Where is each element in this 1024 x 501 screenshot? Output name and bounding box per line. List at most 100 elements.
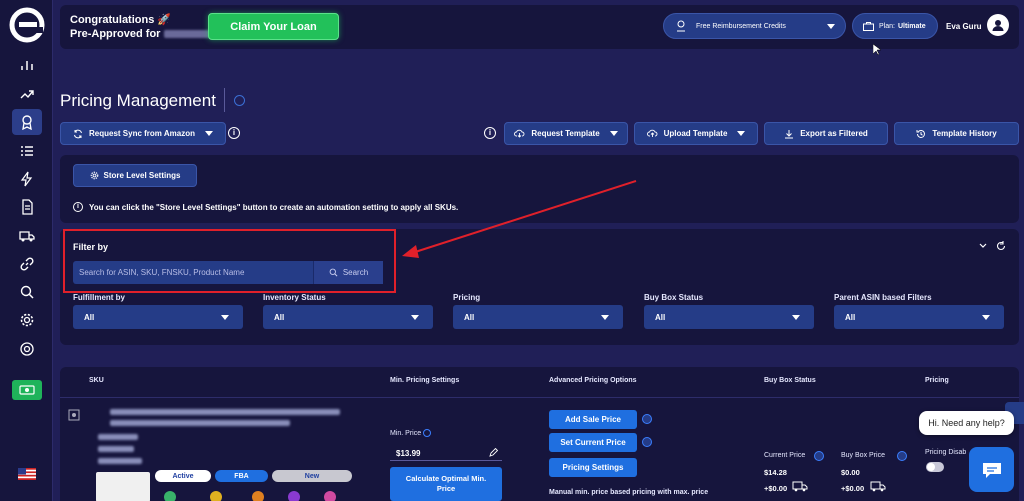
fulfillment-value: All (84, 312, 95, 322)
info-icon[interactable] (642, 414, 652, 424)
avatar[interactable] (987, 14, 1009, 36)
award-icon[interactable] (12, 109, 42, 135)
preapproved-text: Pre-Approved for (70, 28, 161, 40)
buy-box-status-label: Buy Box Status (644, 293, 704, 302)
cloud-upload-icon (646, 129, 657, 137)
support-icon[interactable] (12, 336, 42, 362)
column-header-pricing: Pricing (925, 377, 949, 384)
info-icon[interactable] (897, 451, 907, 461)
user-name[interactable]: Eva Guru (946, 22, 982, 31)
template-history-label: Template History (932, 129, 997, 138)
bolt-icon[interactable] (12, 166, 42, 192)
trend-icon[interactable] (12, 81, 42, 107)
upload-template-button[interactable]: Upload Template (634, 122, 758, 145)
request-template-button[interactable]: Request Template (504, 122, 628, 145)
template-history-button[interactable]: Template History (894, 122, 1019, 145)
export-filtered-button[interactable]: Export as Filtered (764, 122, 888, 145)
chevron-down-icon (827, 24, 835, 29)
claim-loan-button[interactable]: Claim Your Loan (208, 13, 339, 40)
header-divider (60, 397, 1019, 398)
status-badge-new: New (272, 470, 352, 482)
request-template-label: Request Template (531, 129, 600, 138)
current-price-label: Current Price (764, 452, 806, 459)
reimbursement-label: Free Reimbursement Credits (696, 22, 786, 30)
chevron-down-icon (982, 315, 990, 320)
store-level-settings-button[interactable]: Store Level Settings (73, 164, 197, 187)
info-icon[interactable]: i (228, 127, 240, 139)
fulfillment-select[interactable]: All (73, 305, 243, 329)
chevron-down-icon (204, 131, 213, 136)
set-current-price-button[interactable]: Set Current Price (549, 433, 637, 452)
marketplace-dot (288, 491, 300, 501)
plan-value: Ultimate (897, 22, 926, 30)
pricing-toggle[interactable] (926, 462, 944, 472)
product-thumbnail[interactable] (96, 472, 150, 501)
redacted-amount (163, 30, 214, 39)
info-icon: i (73, 202, 83, 212)
plan-label: Plan: (879, 22, 895, 30)
top-bar: Congratulations 🚀 Pre-Approved for Claim… (60, 5, 1019, 49)
redacted-asin (98, 434, 138, 440)
download-icon (785, 129, 794, 138)
search-icon[interactable] (12, 279, 42, 305)
refresh-icon[interactable] (996, 241, 1006, 251)
congrats-text: Congratulations 🚀 (70, 14, 172, 26)
link-icon[interactable] (12, 251, 42, 277)
loan-congrats: Congratulations 🚀 Pre-Approved for (70, 13, 214, 41)
info-icon[interactable] (814, 451, 824, 461)
upload-template-label: Upload Template (663, 129, 728, 138)
annotation-highlight-box (63, 229, 396, 293)
column-header-buy-box: Buy Box Status (764, 377, 816, 384)
chat-greeting-bubble[interactable]: Hi. Need any help? (919, 411, 1014, 435)
plan-badge[interactable]: Plan: Ultimate (852, 13, 938, 39)
info-icon[interactable] (642, 437, 652, 447)
info-icon[interactable] (423, 429, 432, 437)
request-sync-button[interactable]: Request Sync from Amazon (60, 122, 226, 145)
briefcase-icon (863, 21, 874, 31)
flag-us-icon[interactable] (18, 468, 36, 480)
pricing-settings-button[interactable]: Pricing Settings (549, 458, 637, 477)
money-icon[interactable] (12, 380, 42, 400)
min-price-label: Min. Price (390, 429, 432, 437)
list-icon[interactable] (12, 138, 42, 164)
marketplace-dot (252, 491, 264, 501)
product-image-icon (68, 409, 80, 421)
document-icon[interactable] (12, 194, 42, 220)
redacted-fnsku (98, 458, 142, 464)
chat-launcher-button[interactable] (969, 447, 1014, 492)
mouse-cursor-icon (873, 44, 881, 56)
inventory-status-label: Inventory Status (263, 293, 326, 302)
video-help-icon[interactable] (234, 95, 245, 106)
reimbursement-credits-dropdown[interactable]: Free Reimbursement Credits (663, 13, 846, 39)
annotation-arrow (402, 180, 637, 258)
redacted-product-name (110, 409, 340, 415)
truck-icon[interactable] (12, 223, 42, 249)
min-price-value[interactable]: $13.99 (396, 449, 420, 458)
buy-box-price-label: Buy Box Price (841, 452, 885, 459)
sync-icon (74, 129, 83, 138)
buy-box-shipping-value: +$0.00 (841, 484, 865, 493)
edit-pencil-icon[interactable] (489, 448, 498, 457)
add-sale-price-button[interactable]: Add Sale Price (549, 410, 637, 429)
settings-icon[interactable] (12, 307, 42, 333)
marketplace-dot (164, 491, 176, 501)
calculate-min-price-button[interactable]: Calculate Optimal Min. Price (390, 467, 502, 501)
collapse-chevron-icon[interactable] (979, 243, 987, 249)
chevron-down-icon (609, 131, 618, 136)
gear-icon (90, 171, 98, 180)
parent-asin-select[interactable]: All (834, 305, 1004, 329)
fulfillment-label: Fulfillment by (73, 293, 125, 302)
app-logo[interactable] (9, 5, 45, 45)
bar-chart-icon[interactable] (12, 52, 42, 78)
column-header-advanced-pricing: Advanced Pricing Options (549, 377, 637, 384)
info-icon[interactable]: i (484, 127, 496, 139)
sidebar (0, 0, 53, 501)
inventory-status-select[interactable]: All (263, 305, 433, 329)
min-price-label-text: Min. Price (390, 429, 422, 437)
buy-box-status-value: All (655, 312, 666, 322)
chevron-down-icon (601, 315, 609, 320)
parent-asin-value: All (845, 312, 856, 322)
pricing-select[interactable]: All (453, 305, 623, 329)
buy-box-status-select[interactable]: All (644, 305, 814, 329)
history-icon (916, 129, 926, 138)
